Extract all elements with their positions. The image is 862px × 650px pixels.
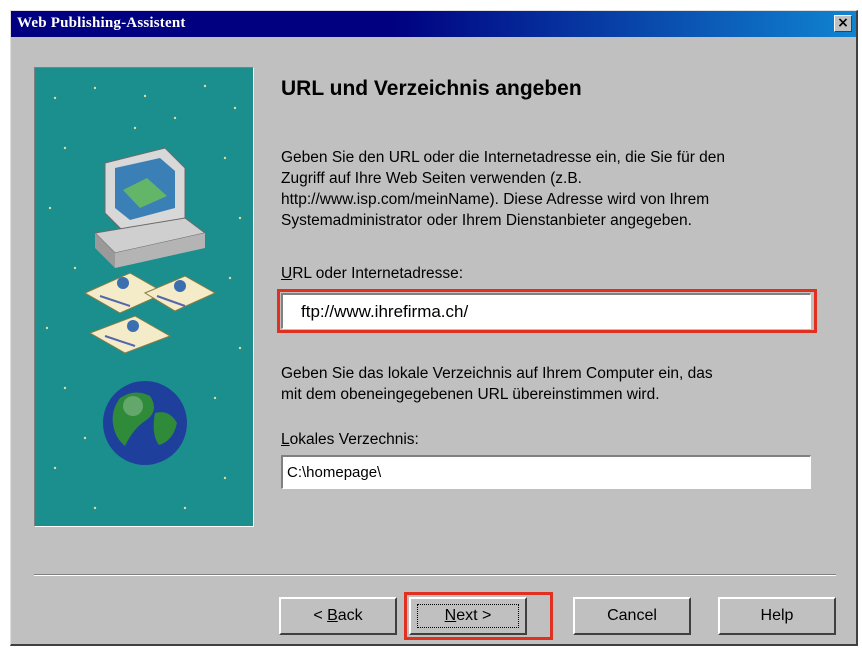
window-title: Web Publishing-Assistent — [17, 15, 186, 31]
illustration-graphic — [45, 84, 242, 510]
web-page-icon — [83, 272, 217, 354]
back-label: ack — [337, 607, 363, 624]
close-icon: × — [837, 15, 849, 31]
back-accelerator: B — [327, 607, 338, 624]
url-highlight-frame — [277, 289, 817, 333]
local-dir-field[interactable] — [281, 455, 811, 489]
close-button[interactable]: × — [834, 15, 852, 32]
help-button[interactable]: Help — [718, 597, 836, 635]
separator-line — [34, 574, 836, 576]
cancel-button[interactable]: Cancel — [573, 597, 691, 635]
local-description: Geben Sie das lokale Verzeichnis auf Ihr… — [281, 365, 713, 403]
back-prefix: < — [313, 607, 328, 624]
title-bar[interactable]: Web Publishing-Assistent × — [11, 11, 856, 37]
next-highlight-frame — [404, 592, 553, 640]
local-dir-input[interactable] — [283, 457, 810, 488]
local-dir-label: Lokales Verzechnis: — [281, 431, 419, 449]
url-label-text: RL oder Internetadresse: — [292, 265, 464, 282]
page-heading: URL und Verzeichnis angeben — [281, 77, 582, 100]
local-label-text: okales Verzechnis: — [289, 431, 419, 448]
back-button[interactable]: < Back — [279, 597, 397, 635]
page-description: Geben Sie den URL oder die Internetadres… — [281, 149, 726, 229]
local-label-accelerator: L — [281, 431, 290, 448]
url-label: URL oder Internetadresse: — [281, 265, 463, 283]
wizard-illustration — [34, 67, 254, 527]
url-label-accelerator: U — [281, 265, 293, 282]
globe-icon — [103, 381, 187, 465]
computer-icon — [93, 147, 207, 268]
wizard-window: Web Publishing-Assistent × URL und Verze… — [10, 10, 858, 646]
